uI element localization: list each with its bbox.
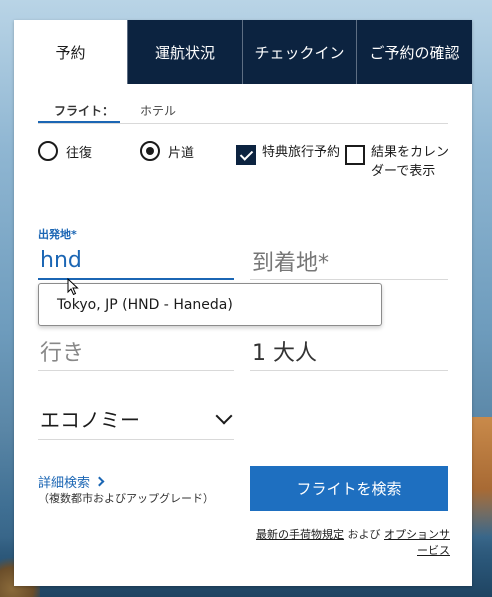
destination-input[interactable]: 到着地*	[250, 242, 448, 280]
award-travel-label: 特典旅行予約	[262, 145, 341, 160]
depart-date-input[interactable]: 行き	[38, 331, 234, 371]
chevron-down-icon	[215, 407, 233, 424]
search-flights-button[interactable]: フライトを検索	[250, 466, 448, 511]
subtab-hotel[interactable]: ホテル	[140, 102, 176, 119]
tab-bar: 予約 運航状況 チェックイン ご予約の確認	[14, 20, 472, 84]
subtab-bar: フライト： ホテル	[38, 100, 448, 124]
origin-suggestion[interactable]: Tokyo, JP (HND - Haneda)	[38, 283, 382, 326]
subtab-flight[interactable]: フライト：	[54, 102, 114, 119]
calendar-results-checkbox[interactable]: 結果をカレンダーで表示	[345, 143, 457, 181]
tab-check-in[interactable]: チェックイン	[242, 20, 356, 84]
chevron-right-icon	[94, 476, 105, 487]
footnote: 最新の手荷物規定 および オプションサービス	[248, 527, 450, 559]
round-trip-label: 往復	[66, 145, 93, 161]
radio-unchecked-icon	[38, 141, 58, 161]
passengers-input[interactable]: 1 大人	[250, 331, 448, 371]
checkbox-checked-icon	[236, 145, 256, 165]
radio-checked-icon	[140, 141, 160, 161]
one-way-radio[interactable]: 片道	[140, 141, 194, 161]
subtab-active-indicator	[38, 121, 120, 123]
advanced-search-link[interactable]: 詳細検索	[38, 472, 105, 491]
booking-widget: 予約 運航状況 チェックイン ご予約の確認 フライト： ホテル 往復 片道 特典…	[14, 20, 472, 586]
advanced-search-label: 詳細検索	[38, 476, 91, 491]
one-way-label: 片道	[168, 145, 195, 161]
tab-flight-status[interactable]: 運航状況	[127, 20, 242, 84]
round-trip-radio[interactable]: 往復	[38, 141, 92, 161]
tab-my-trips[interactable]: ご予約の確認	[356, 20, 472, 84]
suggestion-text: Tokyo, JP (HND - Haneda)	[57, 296, 233, 313]
origin-input[interactable]: hnd	[38, 242, 234, 280]
cabin-value: エコノミー	[40, 408, 140, 432]
checkbox-unchecked-icon	[345, 145, 365, 165]
optional-services-link[interactable]: オプションサービス	[384, 528, 450, 557]
footnote-and: および	[347, 528, 381, 541]
advanced-search-note: （複数都市およびアップグレード）	[38, 492, 214, 505]
calendar-results-label: 結果をカレンダーで表示	[371, 145, 450, 179]
cabin-select[interactable]: エコノミー	[38, 398, 234, 440]
baggage-policy-link[interactable]: 最新の手荷物規定	[256, 528, 344, 541]
tab-book[interactable]: 予約	[14, 20, 127, 84]
award-travel-checkbox[interactable]: 特典旅行予約	[236, 143, 346, 165]
mouse-cursor-icon	[67, 278, 79, 296]
origin-label: 出発地*	[38, 228, 77, 241]
